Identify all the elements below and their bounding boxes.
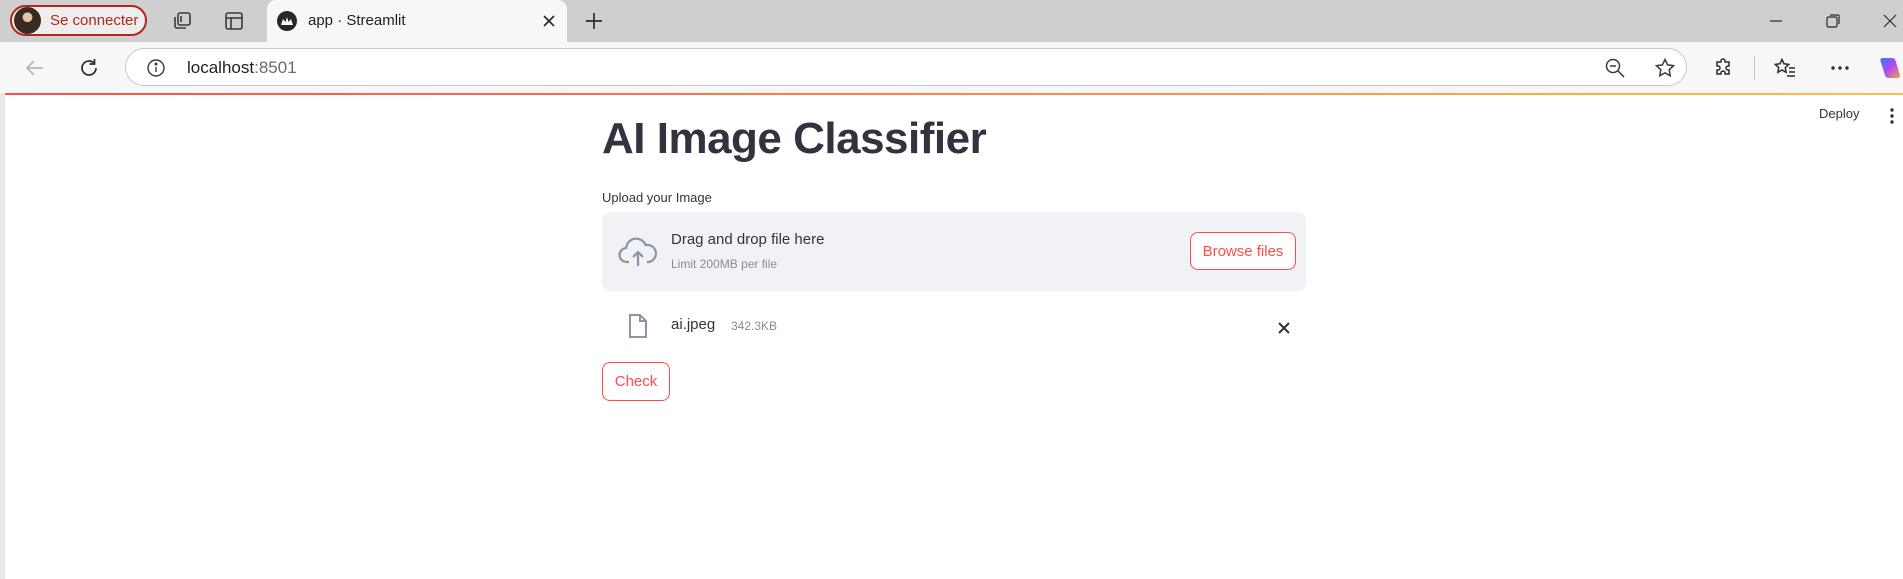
browser-tab-strip: Se connecter app · Streamlit [0,0,1903,42]
tab-active[interactable]: app · Streamlit [267,0,567,42]
file-size: 342.3KB [731,319,778,333]
check-button[interactable]: Check [602,362,670,401]
copilot-icon[interactable] [1876,55,1902,81]
tab-title: app · Streamlit [308,12,406,29]
star-icon[interactable] [1654,57,1676,79]
streamlit-favicon-icon [277,11,297,31]
file-name: ai.jpeg [671,316,716,333]
url-text: localhost:8501 [187,58,297,78]
workspaces-icon[interactable] [170,9,194,33]
zoom-out-icon[interactable] [1604,57,1626,79]
avatar [14,7,41,34]
tab-close-icon[interactable] [541,13,557,29]
url-host: localhost [187,58,255,77]
back-icon[interactable] [22,55,48,81]
dropzone-limit: Limit 200MB per file [671,257,778,271]
info-icon[interactable] [146,58,166,78]
puzzle-icon[interactable] [1711,55,1737,81]
uploader-label: Upload your Image [602,190,712,205]
close-window-icon[interactable] [1880,11,1900,31]
toolbar-divider [1754,56,1755,80]
main-menu-icon[interactable] [1888,107,1896,125]
profile-label: Se connecter [50,12,139,29]
header-decoration [5,93,1903,95]
minimize-icon[interactable] [1766,11,1786,31]
url-port: :8501 [254,58,297,77]
remove-file-icon[interactable] [1276,320,1292,336]
browser-toolbar: localhost:8501 [0,42,1903,93]
tab-actions-icon[interactable] [222,9,246,33]
address-bar[interactable]: localhost:8501 [125,48,1687,86]
refresh-icon[interactable] [76,55,102,81]
cloud-upload-icon [618,233,658,271]
deploy-button[interactable]: Deploy [1819,106,1859,121]
file-dropzone[interactable]: Drag and drop file here Limit 200MB per … [602,212,1306,291]
ellipsis-icon[interactable] [1827,55,1853,81]
favorites-icon[interactable] [1772,55,1798,81]
new-tab-button[interactable] [582,9,606,33]
file-icon [627,313,649,339]
restore-icon[interactable] [1823,11,1843,31]
page-title: AI Image Classifier [602,114,987,163]
browse-files-button[interactable]: Browse files [1190,232,1296,270]
plus-icon [586,13,602,29]
dropzone-title: Drag and drop file here [671,231,825,248]
uploaded-file-row: ai.jpeg 342.3KB [602,305,1306,349]
profile-button[interactable]: Se connecter [10,5,147,36]
